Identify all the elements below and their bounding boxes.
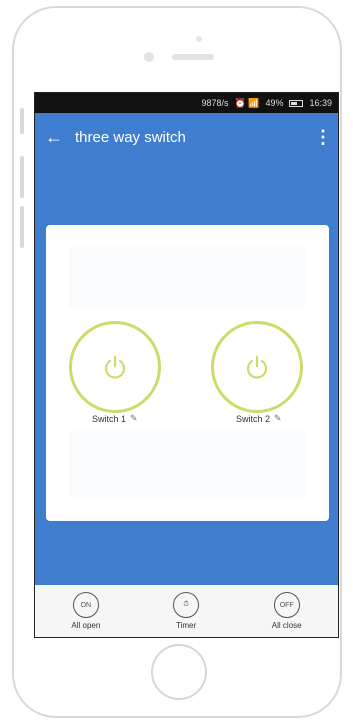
all-close-label: All close [271, 621, 302, 630]
app-bar: ← three way switch ⋮ [35, 113, 338, 161]
card-strip-top [69, 247, 306, 307]
bottom-action-bar: ON All open ⏱ Timer OFF All close [35, 585, 338, 637]
switch-1-name: Switch 1 [92, 413, 127, 424]
switch-1-button[interactable] [69, 321, 161, 413]
front-camera [144, 52, 154, 62]
all-open-button[interactable]: ON All open [71, 592, 100, 630]
off-icon: OFF [273, 592, 300, 618]
page-title: three way switch [75, 128, 186, 146]
more-options-icon[interactable]: ⋮ [314, 127, 332, 148]
back-arrow-icon[interactable]: ← [45, 127, 75, 148]
network-speed: 9878/s [201, 98, 229, 108]
switch-2-button[interactable] [211, 321, 303, 413]
switch-1-label: Switch 1 ✎ [92, 413, 138, 424]
on-icon: ON [72, 592, 99, 618]
mute-button [20, 108, 24, 134]
status-bar: 9878/s ⏰ 📶 49% 16:39 [35, 93, 338, 113]
status-icons: ⏰ 📶 [234, 97, 260, 108]
timer-button[interactable]: ⏱ Timer [173, 592, 200, 630]
clock-icon: ⏱ [173, 592, 200, 618]
speaker-grille [172, 54, 214, 60]
volume-up-button [20, 156, 24, 198]
battery-icon [289, 99, 304, 107]
switch-card: Switch 1 ✎ Switch 2 ✎ [46, 225, 329, 521]
status-time: 16:39 [309, 98, 332, 108]
all-close-button[interactable]: OFF All close [272, 592, 302, 630]
switch-2-label: Switch 2 ✎ [236, 413, 282, 424]
home-button [151, 644, 207, 700]
edit-pencil-icon[interactable]: ✎ [130, 413, 138, 424]
card-strip-bottom [69, 431, 306, 497]
volume-down-button [20, 206, 24, 248]
all-open-label: All open [71, 621, 101, 630]
sensor-dot [196, 36, 202, 42]
app-screen: 9878/s ⏰ 📶 49% 16:39 ← three way switch … [34, 92, 339, 638]
switch-2-name: Switch 2 [236, 413, 271, 424]
battery-percent: 49% [265, 98, 284, 108]
edit-pencil-icon[interactable]: ✎ [274, 413, 282, 424]
power-icon [246, 355, 268, 379]
power-icon [104, 355, 126, 379]
timer-label: Timer [175, 621, 197, 630]
